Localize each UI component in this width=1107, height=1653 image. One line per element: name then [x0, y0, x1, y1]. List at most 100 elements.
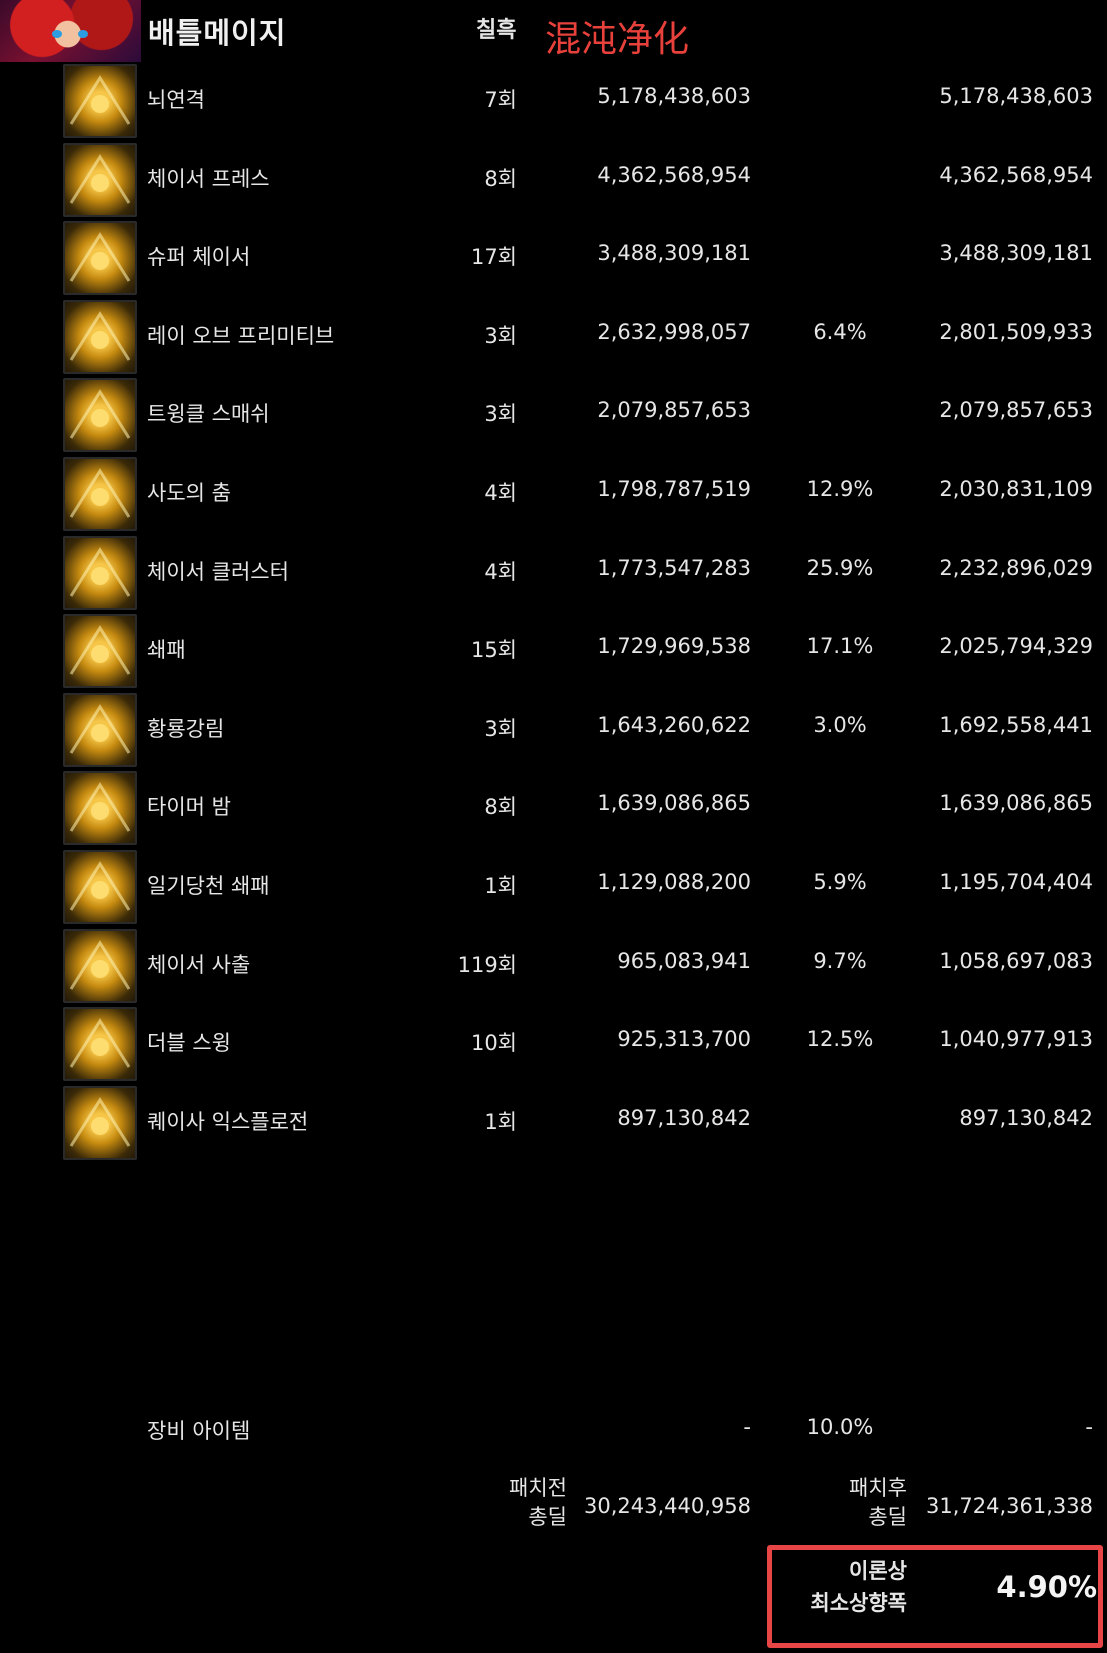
equipment-after: -: [1085, 1415, 1093, 1439]
column-header-label: 칠흑: [476, 18, 517, 43]
skill-hits: 4회: [484, 559, 517, 584]
skill-percent: 17.1%: [806, 634, 874, 659]
skill-after-damage: 2,232,896,029: [939, 555, 1093, 580]
skill-row: 체이서 프레스 8회 4,362,568,954 4,362,568,954: [0, 141, 1107, 219]
skill-hits: 10회: [470, 1031, 517, 1056]
skill-name: 타이머 밤: [147, 795, 231, 820]
skill-hits: 8회: [484, 795, 517, 820]
flame-orb-icon: [63, 142, 137, 217]
skill-after-damage: 5,178,438,603: [939, 84, 1093, 108]
star-swirl-icon: [63, 221, 137, 296]
skill-after-damage: 3,488,309,181: [939, 241, 1093, 266]
skill-name: 슈퍼 체이서: [147, 245, 251, 270]
skill-row: 체이서 클러스터 4회 1,773,547,283 25.9% 2,232,896,02…: [0, 534, 1107, 612]
skill-percent: 3.0%: [813, 712, 867, 737]
skill-name: 트윙클 스매쉬: [147, 402, 270, 427]
skill-damage: 1,643,260,622: [597, 712, 751, 737]
skill-after-damage: 2,025,794,329: [939, 634, 1093, 659]
skill-percent: 12.5%: [806, 1027, 874, 1052]
after-total-label-line2: 총딜: [868, 1505, 907, 1529]
skill-row: 황룡강림 3회 1,643,260,622 3.0% 1,692,558,441: [0, 691, 1107, 769]
double-swing-icon: [63, 1007, 137, 1082]
skill-name: 체이서 클러스터: [147, 559, 289, 584]
dance-wave-icon: [63, 457, 137, 531]
skill-after-damage: 2,801,509,933: [939, 319, 1093, 344]
skill-after-damage: 1,639,086,865: [939, 791, 1093, 816]
skill-percent: 9.7%: [813, 948, 867, 973]
page-title: 배틀메이지: [148, 16, 287, 50]
skill-row: 타이머 밤 8회 1,639,086,865 1,639,086,865: [0, 769, 1107, 847]
skill-hits: 1회: [484, 1109, 517, 1134]
skill-damage: 897,130,842: [617, 1105, 751, 1130]
skill-row: 슈퍼 체이서 17회 3,488,309,181 3,488,309,181: [0, 219, 1107, 297]
before-total-label-line1: 패치전: [509, 1476, 567, 1500]
skill-name: 더블 스윙: [147, 1031, 231, 1056]
skill-name: 퀘이사 익스플로전: [147, 1109, 309, 1134]
result-label-line2: 최소상향폭: [810, 1591, 907, 1615]
skill-row: 트윙클 스매쉬 3회 2,079,857,653 2,079,857,653: [0, 376, 1107, 454]
skill-name: 사도의 춤: [147, 481, 231, 505]
skill-damage: 1,129,088,200: [597, 870, 751, 894]
skill-hits: 3회: [484, 323, 517, 348]
skill-name: 황룡강림: [147, 716, 225, 741]
skill-hits: 7회: [484, 88, 517, 112]
quasar-explosion-icon: [63, 1085, 137, 1160]
skill-damage: 965,083,941: [617, 948, 751, 973]
skill-row: 레이 오브 프리미티브 3회 2,632,998,057 6.4% 2,801,509,…: [0, 298, 1107, 376]
star-cluster-icon: [63, 535, 137, 610]
skill-row: 체이서 사출 119회 965,083,941 9.7% 1,058,697,083: [0, 927, 1107, 1005]
overlay-red-label: 混沌净化: [545, 19, 690, 60]
skill-damage: 3,488,309,181: [597, 241, 751, 266]
skill-damage: 1,798,787,519: [597, 477, 751, 501]
club-icon: [63, 614, 137, 689]
skill-hits: 15회: [470, 638, 517, 663]
skill-name: 뇌연격: [147, 88, 205, 112]
skill-hits: 4회: [484, 481, 517, 505]
dragon-descent-icon: [63, 692, 137, 767]
before-total-label: 패치전 총딜: [509, 1474, 567, 1532]
skill-after-damage: 1,040,977,913: [939, 1027, 1093, 1052]
star-bomb-icon: [63, 771, 137, 846]
skill-hits: 17회: [470, 245, 517, 270]
ray-burst-icon: [63, 299, 137, 374]
portrait-eye-right: [78, 30, 88, 38]
skill-percent: 12.9%: [806, 477, 874, 501]
skill-row: 뇌연격 7회 5,178,438,603 5,178,438,603: [0, 62, 1107, 140]
skill-after-damage: 1,195,704,404: [939, 870, 1093, 894]
orange-slash-icon: [63, 850, 137, 924]
skill-damage: 5,178,438,603: [597, 84, 751, 108]
skill-row: 더블 스윙 10회 925,313,700 12.5% 1,040,977,913: [0, 1005, 1107, 1083]
before-total-label-line2: 총딜: [528, 1505, 567, 1529]
skill-damage: 1,639,086,865: [597, 791, 751, 816]
staff-smash-icon: [63, 378, 137, 453]
skill-name: 체이서 프레스: [147, 166, 270, 191]
skill-after-damage: 2,030,831,109: [939, 477, 1093, 501]
result-label: 이론상 최소상향폭: [810, 1555, 907, 1619]
skill-percent: 5.9%: [813, 870, 867, 894]
skill-damage: 925,313,700: [617, 1027, 751, 1052]
skill-after-damage: 2,079,857,653: [939, 398, 1093, 423]
before-total-value: 30,243,440,958: [584, 1494, 751, 1518]
skill-damage: 4,362,568,954: [597, 162, 751, 187]
skill-percent: 6.4%: [813, 319, 867, 344]
skill-hits: 3회: [484, 402, 517, 427]
skill-row: 일기당천 쇄패 1회 1,129,088,200 5.9% 1,195,704,404: [0, 848, 1107, 926]
skill-damage: 1,729,969,538: [597, 634, 751, 659]
skill-damage: 2,632,998,057: [597, 319, 751, 344]
skill-hits: 8회: [484, 166, 517, 191]
skill-hits: 1회: [484, 874, 517, 898]
skill-hits: 119회: [457, 952, 517, 977]
equipment-percent: 10.0%: [806, 1415, 874, 1439]
equipment-name: 장비 아이템: [147, 1419, 251, 1443]
skill-row: 쇄패 15회 1,729,969,538 17.1% 2,025,794,329: [0, 612, 1107, 690]
after-total-label-line1: 패치후: [849, 1476, 907, 1500]
skill-after-damage: 1,692,558,441: [939, 712, 1093, 737]
star-shot-icon: [63, 928, 137, 1003]
skill-row: 사도의 춤 4회 1,798,787,519 12.9% 2,030,831,109: [0, 455, 1107, 533]
skill-damage: 1,773,547,283: [597, 555, 751, 580]
skill-damage: 2,079,857,653: [597, 398, 751, 423]
equipment-damage: -: [743, 1415, 751, 1439]
character-portrait: [0, 0, 141, 62]
skill-after-damage: 897,130,842: [959, 1105, 1093, 1130]
skill-name: 일기당천 쇄패: [147, 874, 270, 898]
